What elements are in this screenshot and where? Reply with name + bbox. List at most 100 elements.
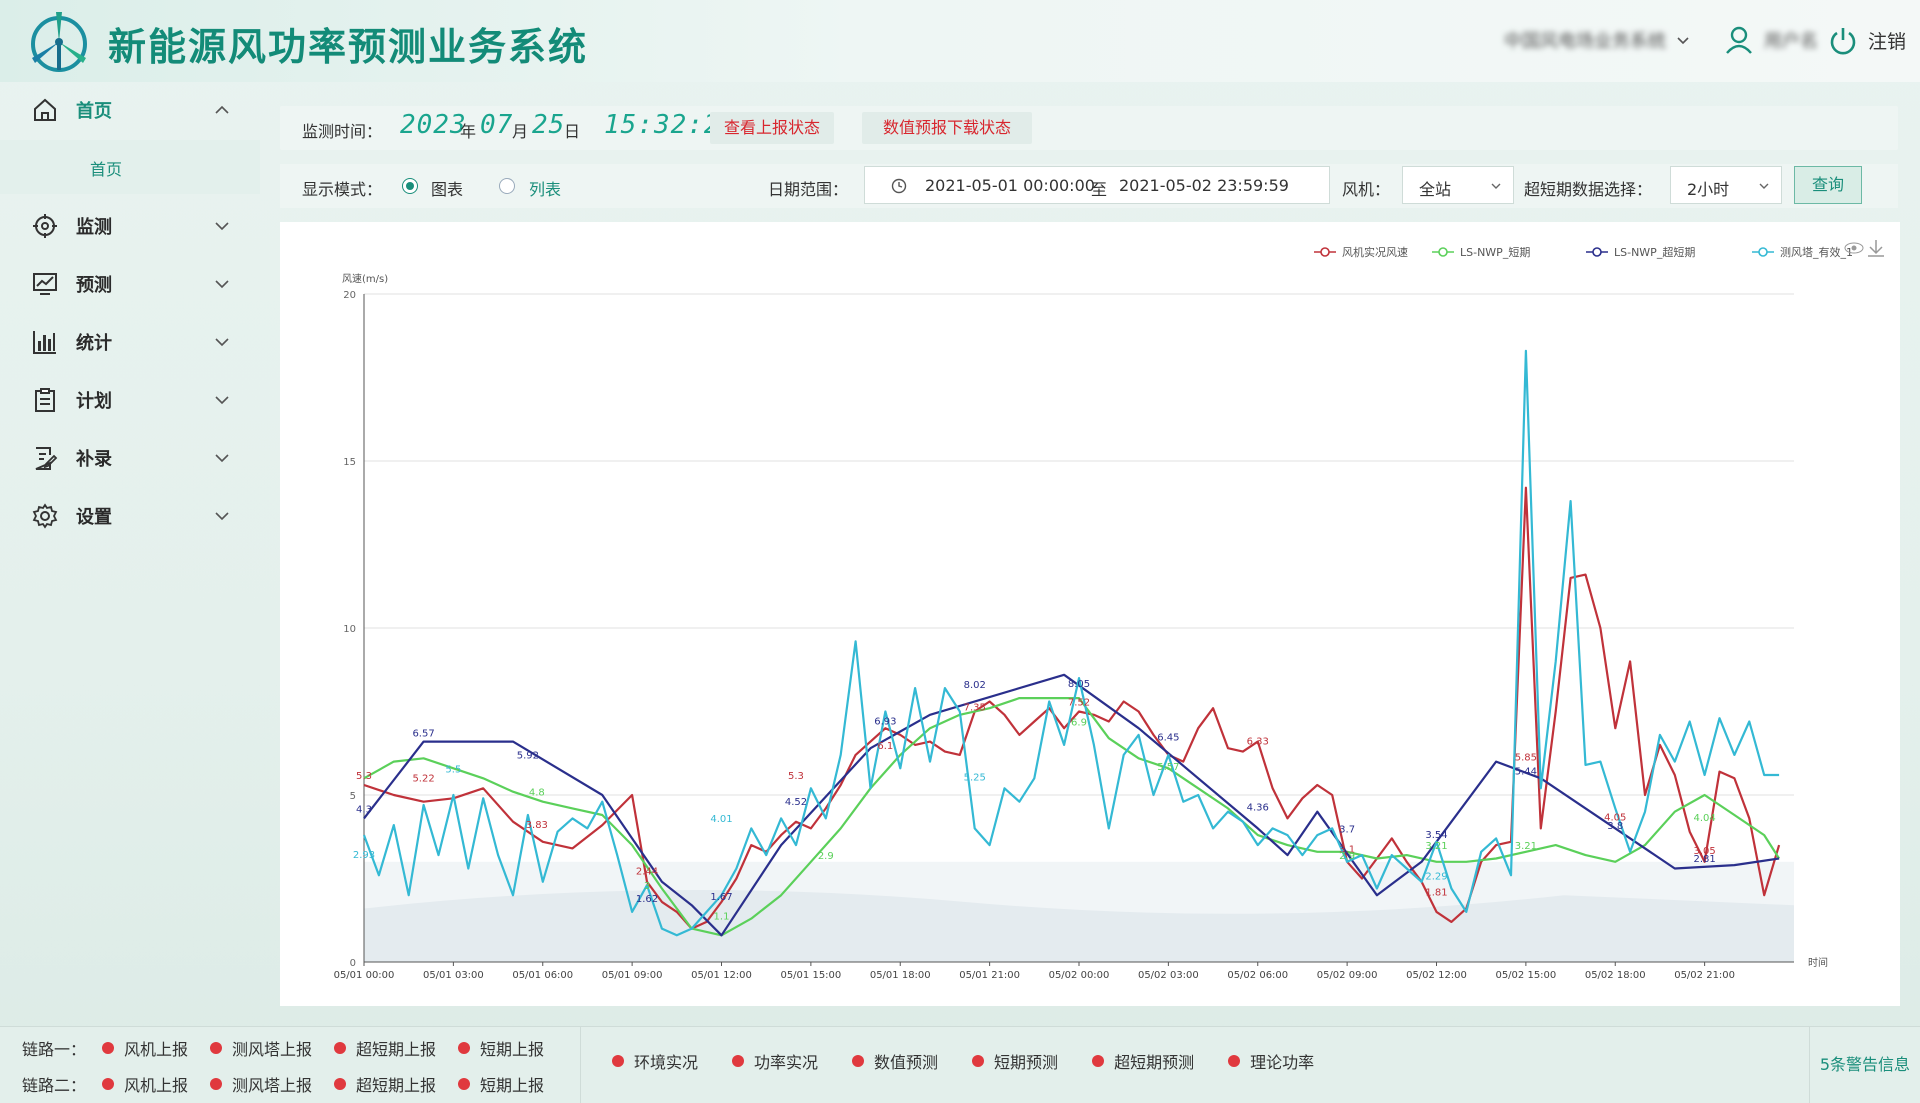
legend-label-1: LS-NWP_短期	[1460, 245, 1530, 259]
sidebar-item-forecast[interactable]: 预测	[0, 256, 260, 312]
x-tick-label: 05/01 12:00	[691, 970, 752, 981]
warning-count-link[interactable]: 5条警告信息	[1809, 1027, 1910, 1103]
sidebar-subitem-home[interactable]: 首页	[0, 140, 260, 194]
sidebar-item-label: 计划	[76, 391, 112, 412]
data-label: 2.81	[1693, 854, 1715, 865]
nwp-download-status-button[interactable]: 数值预报下载状态	[862, 112, 1032, 144]
link1-ultra-report: 超短期上报	[334, 1036, 436, 1060]
sidebar-item-label: 监测	[76, 217, 112, 238]
mode-list-radio[interactable]	[499, 178, 515, 194]
edit-doc-icon	[35, 447, 58, 470]
status-dot	[102, 1078, 114, 1090]
station-selector[interactable]: 中国风电场业务系统	[1504, 27, 1666, 53]
sidebar-item-monitor[interactable]: 监测	[0, 198, 260, 254]
y-tick-label: 15	[343, 457, 356, 468]
month-unit: 月	[512, 122, 529, 141]
gear-icon	[32, 503, 58, 529]
day-unit: 日	[564, 122, 581, 141]
data-label: 4.01	[710, 814, 732, 825]
data-label: 1.81	[1425, 888, 1447, 899]
chevron-down-icon	[215, 338, 229, 347]
series-line-3	[362, 349, 1780, 937]
wind-turbine-logo-icon	[31, 12, 87, 72]
ultra-short-select[interactable]: 2小时	[1670, 166, 1782, 204]
date-range-picker[interactable]: 2021-05-01 00:00:00 至 2021-05-02 23:59:5…	[864, 166, 1330, 204]
chevron-down-icon	[215, 396, 229, 405]
user-icon[interactable]	[1724, 25, 1754, 55]
fan-label: 风机：	[1342, 180, 1391, 199]
power-icon[interactable]	[1828, 25, 1858, 55]
status-dot	[1092, 1055, 1105, 1067]
status-dot	[210, 1078, 223, 1090]
sidebar-item-plan[interactable]: 计划	[0, 372, 260, 428]
status-dot	[972, 1055, 985, 1067]
monitor-year: 2023	[400, 110, 467, 140]
display-mode-label: 显示模式：	[302, 180, 383, 199]
sidebar-item-settings[interactable]: 设置	[0, 488, 260, 544]
data-label: 8.05	[1068, 679, 1090, 690]
data-label: 4.8	[529, 788, 545, 799]
y-tick-label: 10	[343, 624, 356, 635]
data-label: 5.3	[356, 771, 372, 782]
y-tick-label: 20	[343, 290, 356, 301]
view-report-status-button[interactable]: 查看上报状态	[710, 112, 834, 144]
link1-fan-report: 风机上报	[102, 1036, 188, 1060]
logout-button[interactable]: 注销	[1868, 27, 1906, 54]
data-label: 5.22	[412, 774, 434, 785]
sidebar-subitem-label: 首页	[90, 160, 123, 179]
data-label: 3.8	[1607, 821, 1623, 832]
x-tick-label: 05/02 15:00	[1495, 970, 1556, 981]
query-button[interactable]: 查询	[1794, 166, 1862, 204]
data-label: 4.52	[785, 797, 807, 808]
x-tick-label: 05/02 18:00	[1585, 970, 1646, 981]
link2-short-report: 短期上报	[458, 1072, 544, 1096]
date-start[interactable]: 2021-05-01 00:00:00	[925, 176, 1095, 195]
data-label: 2.93	[353, 850, 375, 861]
link1-row: 链路一： 风机上报 测风塔上报 超短期上报 短期上报	[22, 1033, 566, 1063]
legend-label-2: LS-NWP_超短期	[1614, 245, 1695, 259]
sidebar-item-label: 补录	[76, 449, 112, 470]
link1-tower-report: 测风塔上报	[210, 1036, 312, 1060]
sidebar-item-supplement[interactable]: 补录	[0, 430, 260, 486]
sidebar-item-home[interactable]: 首页	[0, 82, 260, 138]
short-forecast-status: 短期预测	[972, 1049, 1058, 1073]
status-dot	[458, 1042, 471, 1054]
sidebar-item-statistics[interactable]: 统计	[0, 314, 260, 370]
status-dot	[210, 1042, 223, 1054]
sidebar: 首页 首页 监测 预测 统计 计划 补录 设置	[0, 82, 260, 1022]
mode-chart-radio[interactable]	[402, 178, 418, 194]
chevron-down-icon[interactable]	[1676, 33, 1690, 47]
legend-label-3: 测风塔_有效_1	[1780, 245, 1853, 259]
x-tick-label: 05/01 18:00	[870, 970, 931, 981]
status-dot	[334, 1042, 347, 1054]
sidebar-item-label: 统计	[76, 333, 112, 354]
data-status-area: 环境实况 功率实况 数值预测 短期预测 超短期预测 理论功率	[612, 1049, 1348, 1073]
mode-chart-label[interactable]: 图表	[431, 176, 463, 200]
header-user-area: 中国风电场业务系统 用户名 注销	[1504, 20, 1906, 60]
fan-select[interactable]: 全站	[1402, 166, 1514, 204]
status-dot	[1228, 1055, 1241, 1067]
theory-power-status: 理论功率	[1228, 1049, 1314, 1073]
mode-list-label[interactable]: 列表	[529, 176, 561, 200]
monitor-day: 25	[532, 110, 566, 140]
data-label: 6.57	[412, 729, 434, 740]
chevron-down-icon	[215, 222, 229, 231]
x-tick-label: 05/02 12:00	[1406, 970, 1467, 981]
data-label: 6.33	[1247, 737, 1269, 748]
data-label: 5.3	[788, 771, 804, 782]
wind-speed-chart: 0 5 10 15 20 风速(m/s) 时间 05/01 00:00 05/01 03:00 0…	[334, 240, 1884, 981]
env-status: 环境实况	[612, 1049, 698, 1073]
forecast-chart-icon	[33, 273, 57, 295]
ultra-short-value: 2小时	[1687, 180, 1730, 199]
link1-label: 链路一：	[22, 1040, 87, 1059]
date-end[interactable]: 2021-05-02 23:59:59	[1119, 176, 1289, 195]
link2-label: 链路二：	[22, 1076, 87, 1095]
link2-tower-report: 测风塔上报	[210, 1072, 312, 1096]
x-tick-label: 05/01 00:00	[334, 970, 395, 981]
x-tick-label: 05/02 03:00	[1138, 970, 1199, 981]
data-label: 5.57	[1157, 762, 1179, 773]
legend-marker-0	[1320, 247, 1330, 257]
x-tick-label: 05/02 06:00	[1227, 970, 1288, 981]
data-label: 6.93	[874, 717, 896, 728]
download-icon[interactable]	[1868, 240, 1884, 257]
